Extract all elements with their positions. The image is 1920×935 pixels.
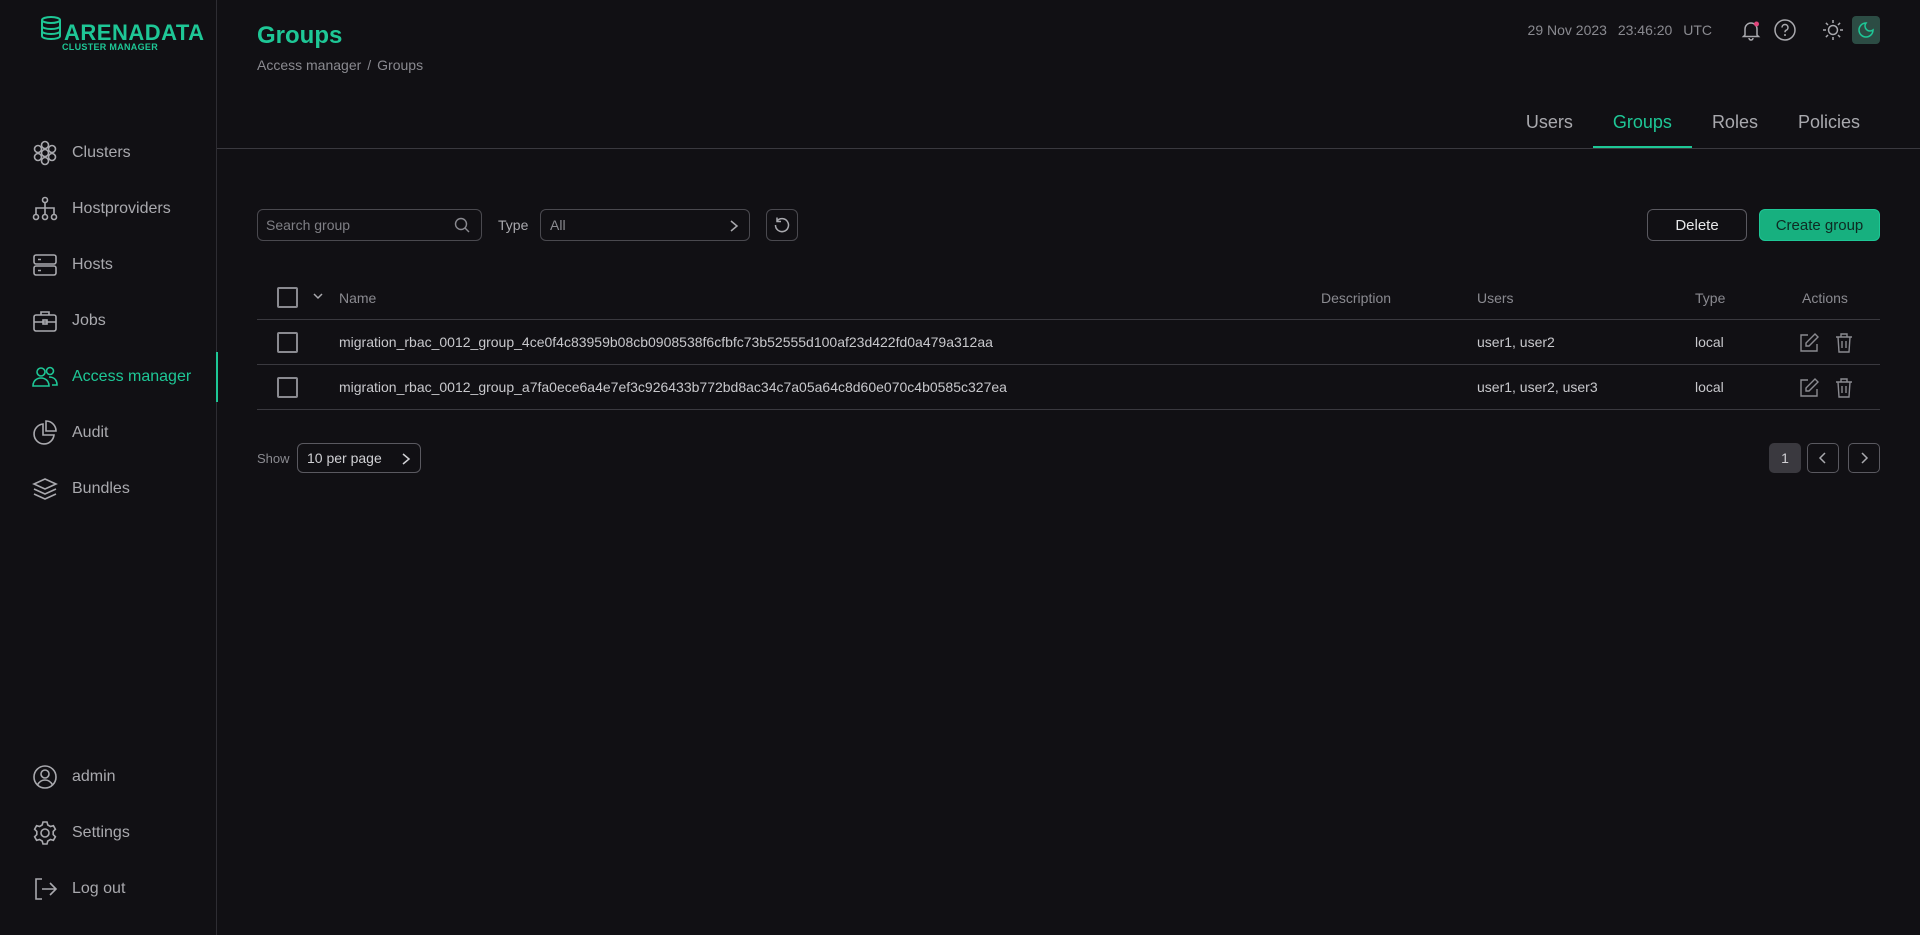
breadcrumb-item-groups: Groups — [377, 57, 424, 73]
page-title: Groups — [257, 22, 343, 49]
column-header-type: Type — [1695, 290, 1726, 306]
group-name: migration_rbac_0012_group_a7fa0ece6a4e7e… — [339, 379, 1007, 395]
date-text: 29 Nov 2023 — [1527, 22, 1607, 38]
bundles-icon — [32, 478, 58, 500]
audit-icon — [33, 420, 57, 445]
select-all-checkbox[interactable] — [277, 287, 298, 308]
column-header-description: Description — [1321, 290, 1392, 306]
top-toolbar: 29 Nov 2023 23:46:20 UTC — [1528, 16, 1880, 44]
type-filter-select[interactable]: All — [540, 209, 750, 241]
type-filter-value: All — [550, 217, 566, 233]
sidebar-item-label: admin — [72, 768, 116, 785]
tabs-divider — [217, 148, 1920, 149]
breadcrumb-item-access-manager[interactable]: Access manager — [257, 57, 361, 73]
jobs-icon — [33, 311, 57, 332]
table-header: Name Description Users Type Actions — [257, 277, 1880, 320]
sidebar-item-label: Audit — [72, 424, 109, 441]
sidebar-item-label: Bundles — [72, 480, 130, 497]
group-users: user1, user2 — [1477, 334, 1555, 350]
user-icon — [33, 765, 57, 789]
search-input[interactable] — [257, 209, 482, 241]
create-group-button[interactable]: Create group — [1759, 209, 1880, 241]
trash-icon[interactable] — [1834, 377, 1854, 399]
sidebar-item-label: Clusters — [72, 144, 131, 161]
sidebar-item-label: Settings — [72, 824, 130, 841]
edit-icon[interactable] — [1798, 332, 1820, 354]
chevron-right-icon — [1861, 452, 1869, 464]
logo-subtext: CLUSTER MANAGER — [62, 42, 158, 52]
timezone-text: UTC — [1683, 22, 1712, 38]
reset-icon — [774, 217, 790, 233]
sidebar-item-admin[interactable]: admin — [0, 752, 217, 802]
reset-filters-button[interactable] — [766, 209, 798, 241]
per-page-select[interactable]: 10 per page — [297, 443, 421, 473]
hosts-icon — [33, 254, 57, 276]
chevron-left-icon — [1818, 452, 1826, 464]
row-checkbox[interactable] — [277, 377, 298, 398]
sidebar-item-bundles[interactable]: Bundles — [0, 464, 217, 514]
sidebar-item-settings[interactable]: Settings — [0, 808, 217, 858]
edit-icon[interactable] — [1798, 377, 1820, 399]
group-name: migration_rbac_0012_group_4ce0f4c83959b0… — [339, 334, 993, 350]
chevron-right-icon — [730, 220, 739, 232]
prev-page-button[interactable] — [1807, 443, 1839, 473]
page-button-current[interactable]: 1 — [1769, 443, 1801, 473]
group-type: local — [1695, 334, 1724, 350]
group-users: user1, user2, user3 — [1477, 379, 1598, 395]
time-text: 23:46:20 — [1617, 22, 1673, 38]
access-manager-tabs: Users Groups Roles Policies — [1506, 98, 1880, 148]
chevron-right-icon — [402, 453, 411, 465]
sidebar-item-hosts[interactable]: Hosts — [0, 240, 217, 290]
sidebar-item-clusters[interactable]: Clusters — [0, 128, 217, 178]
column-header-name[interactable]: Name — [339, 277, 376, 320]
app-logo[interactable]: ARENADATA CLUSTER MANAGER — [38, 14, 204, 54]
table-row: migration_rbac_0012_group_a7fa0ece6a4e7e… — [257, 365, 1880, 410]
breadcrumb: Access manager / Groups — [257, 57, 423, 73]
logout-icon — [35, 878, 58, 900]
bell-icon[interactable] — [1738, 17, 1764, 43]
column-header-actions: Actions — [1802, 290, 1848, 306]
sidebar-item-logout[interactable]: Log out — [0, 864, 217, 914]
sidebar-item-label: Access manager — [72, 368, 192, 385]
trash-icon[interactable] — [1834, 332, 1854, 354]
database-logo-icon — [41, 16, 61, 41]
hostproviders-icon — [32, 196, 58, 221]
table-row: migration_rbac_0012_group_4ce0f4c83959b0… — [257, 320, 1880, 365]
sidebar: ARENADATA CLUSTER MANAGER Clusters Hostp… — [0, 0, 218, 935]
show-label: Show — [257, 451, 290, 466]
sidebar-item-label: Hostproviders — [72, 200, 171, 217]
breadcrumb-separator: / — [367, 57, 372, 73]
group-type: local — [1695, 379, 1724, 395]
delete-button[interactable]: Delete — [1647, 209, 1747, 241]
sidebar-item-jobs[interactable]: Jobs — [0, 296, 217, 346]
help-icon[interactable] — [1772, 17, 1798, 43]
sidebar-item-label: Hosts — [72, 256, 113, 273]
search-icon[interactable] — [454, 217, 470, 233]
sidebar-item-label: Log out — [72, 880, 126, 897]
column-header-users: Users — [1477, 290, 1514, 306]
sun-icon[interactable] — [1820, 17, 1846, 43]
gear-icon — [33, 821, 57, 845]
server-datetime: 29 Nov 2023 23:46:20 UTC — [1528, 22, 1712, 38]
tab-policies[interactable]: Policies — [1778, 98, 1880, 148]
next-page-button[interactable] — [1848, 443, 1880, 473]
sidebar-item-audit[interactable]: Audit — [0, 408, 217, 458]
type-filter-label: Type — [498, 217, 529, 233]
row-checkbox[interactable] — [277, 332, 298, 353]
per-page-value: 10 per page — [307, 450, 382, 466]
tab-groups[interactable]: Groups — [1592, 98, 1692, 148]
sidebar-item-label: Jobs — [72, 312, 106, 329]
chevron-down-icon[interactable] — [311, 289, 325, 303]
access-manager-icon — [32, 366, 58, 387]
clusters-icon — [33, 140, 57, 166]
sidebar-item-hostproviders[interactable]: Hostproviders — [0, 184, 217, 234]
groups-table: Name Description Users Type Actions migr… — [257, 277, 1880, 410]
sidebar-item-access-manager[interactable]: Access manager — [0, 352, 218, 402]
theme-toggle-icon[interactable] — [1852, 16, 1880, 44]
tab-roles[interactable]: Roles — [1692, 98, 1778, 148]
tab-users[interactable]: Users — [1506, 98, 1593, 148]
